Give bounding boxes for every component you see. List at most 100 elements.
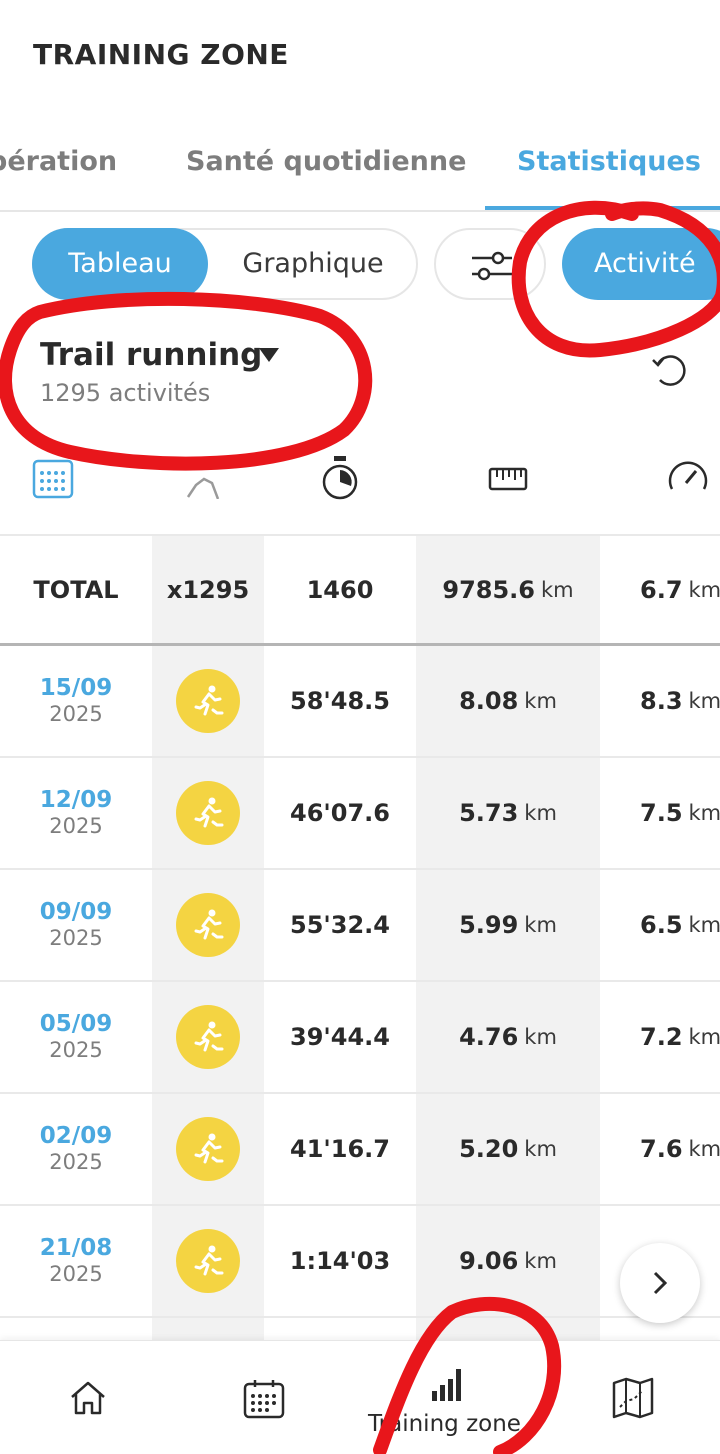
trail-running-badge (176, 1117, 240, 1181)
date-cell: 21/08 2025 (0, 1206, 152, 1316)
date-cell: 12/09 2025 (0, 758, 152, 868)
distance-unit: km (524, 1025, 557, 1049)
trail-running-badge (176, 893, 240, 957)
training-zone-nav-label[interactable]: Training zone (368, 1411, 521, 1437)
total-distance-value: 9785.6 (442, 575, 535, 604)
table-row[interactable]: 02/09202541'16.75.20km7.6km/ (0, 1094, 720, 1206)
trail-running-badge (176, 1229, 240, 1293)
distance-value: 5.99 (459, 911, 519, 939)
total-speed: 6.7km/ (600, 536, 720, 643)
speed-value: 6.5 (640, 911, 683, 939)
duration-cell: 46'07.6 (290, 799, 390, 827)
calendar-icon[interactable] (243, 1379, 285, 1419)
speed-value: 7.2 (640, 1023, 683, 1051)
duration-cell: 39'44.4 (290, 1023, 390, 1051)
activity-type-cell (152, 1094, 264, 1204)
tab-sante-quotidienne[interactable]: Santé quotidienne (186, 146, 466, 177)
view-toggle: Tableau Graphique (32, 228, 418, 300)
speedometer-icon[interactable] (666, 455, 710, 499)
distance-value: 4.76 (459, 1023, 519, 1051)
table-row[interactable]: 21/0820251:14'039.06kmm/ (0, 1206, 720, 1318)
sport-selector[interactable]: Trail running (40, 337, 262, 373)
ascent-icon[interactable] (186, 455, 222, 499)
filter-button[interactable] (434, 228, 546, 300)
map-icon[interactable] (612, 1377, 654, 1419)
speed-cell: 7.2km/ (600, 982, 720, 1092)
sliders-icon (472, 251, 512, 281)
next-page-button[interactable] (620, 1243, 700, 1323)
trail-running-badge (176, 669, 240, 733)
speed-unit: km/ (688, 577, 720, 602)
bar-chart-icon[interactable] (430, 1367, 466, 1401)
distance-value: 5.20 (459, 1135, 519, 1163)
speed-cell: 7.6km/ (600, 1094, 720, 1204)
duration-cell: 55'32.4 (290, 911, 390, 939)
distance-cell: 5.20 km (416, 1094, 600, 1204)
activity-year: 2025 (49, 1262, 103, 1286)
total-row: TOTAL x1295 1460 9785.6km 6.7km/ (0, 534, 720, 646)
trail-running-badge (176, 1005, 240, 1069)
graph-view-button[interactable]: Graphique (208, 228, 418, 300)
distance-unit: km (524, 689, 557, 713)
bottom-navigation: Training zone (0, 1340, 720, 1454)
duration-cell: 58'48.5 (290, 687, 390, 715)
date-cell: 02/09 2025 (0, 1094, 152, 1204)
table-row[interactable]: 12/09202546'07.65.73km7.5km/ (0, 758, 720, 870)
distance-unit: km (524, 801, 557, 825)
table-row[interactable]: 15/09202558'48.58.08km8.3km/ (0, 646, 720, 758)
activity-year: 2025 (49, 1038, 103, 1062)
distance-cell: 9.06 km (416, 1206, 600, 1316)
duration-cell: 41'16.7 (290, 1135, 390, 1163)
activity-date: 21/08 (39, 1235, 113, 1261)
activity-date: 12/09 (39, 787, 113, 813)
activity-date: 15/09 (39, 675, 113, 701)
speed-unit: km/ (688, 913, 720, 937)
activity-year: 2025 (49, 702, 103, 726)
activity-year: 2025 (49, 926, 103, 950)
distance-unit: km (524, 1137, 557, 1161)
trail-running-icon (194, 685, 224, 716)
dropdown-caret-icon[interactable] (259, 348, 279, 362)
distance-value: 8.08 (459, 687, 519, 715)
column-icon-row (0, 455, 720, 515)
tab-statistiques[interactable]: Statistiques (517, 146, 701, 177)
distance-unit: km (541, 577, 574, 602)
speed-value: 7.6 (640, 1135, 683, 1163)
activity-count: 1295 activités (40, 379, 211, 407)
activity-type-cell (152, 1206, 264, 1316)
total-duration: 1460 (306, 575, 374, 604)
refresh-icon[interactable] (650, 350, 690, 390)
speed-unit: km/ (688, 1137, 720, 1161)
activity-type-cell (152, 758, 264, 868)
activity-type-cell (152, 982, 264, 1092)
table-view-button[interactable]: Tableau (32, 228, 208, 300)
tab-bar: pération Santé quotidienne Statistiques (0, 120, 720, 212)
table-row[interactable]: 09/092025 55'32.4 5.99km 6.5km/ (0, 870, 720, 982)
date-cell: 15/09 2025 (0, 646, 152, 756)
activity-date: 09/09 (39, 899, 113, 925)
home-icon[interactable] (68, 1379, 108, 1417)
total-label: TOTAL (33, 575, 119, 604)
ruler-icon[interactable] (488, 467, 528, 493)
activity-filter-button[interactable]: Activité (562, 228, 720, 300)
speed-cell: 8.3km/ (600, 646, 720, 756)
distance-cell: 8.08 km (416, 646, 600, 756)
distance-cell: 5.73 km (416, 758, 600, 868)
speed-unit: km/ (688, 1025, 720, 1049)
calendar-icon[interactable] (32, 455, 74, 499)
speed-cell: 6.5km/ (600, 870, 720, 980)
speed-value: 8.3 (640, 687, 683, 715)
table-row[interactable]: 05/092025 39'44.4 4.76km 7.2km/ (0, 982, 720, 1094)
stopwatch-icon[interactable] (320, 455, 360, 501)
activity-date: 05/09 (39, 1011, 113, 1037)
activity-type-cell (152, 646, 264, 756)
distance-value: 5.73 (459, 799, 519, 827)
distance-unit: km (524, 913, 557, 937)
activity-year: 2025 (49, 814, 103, 838)
date-cell: 05/09 2025 (0, 982, 152, 1092)
activity-type-cell (152, 870, 264, 980)
tab-recuperation[interactable]: pération (0, 146, 117, 177)
trail-running-icon (194, 1245, 224, 1276)
activity-year: 2025 (49, 1150, 103, 1174)
trail-running-icon (194, 1133, 224, 1164)
